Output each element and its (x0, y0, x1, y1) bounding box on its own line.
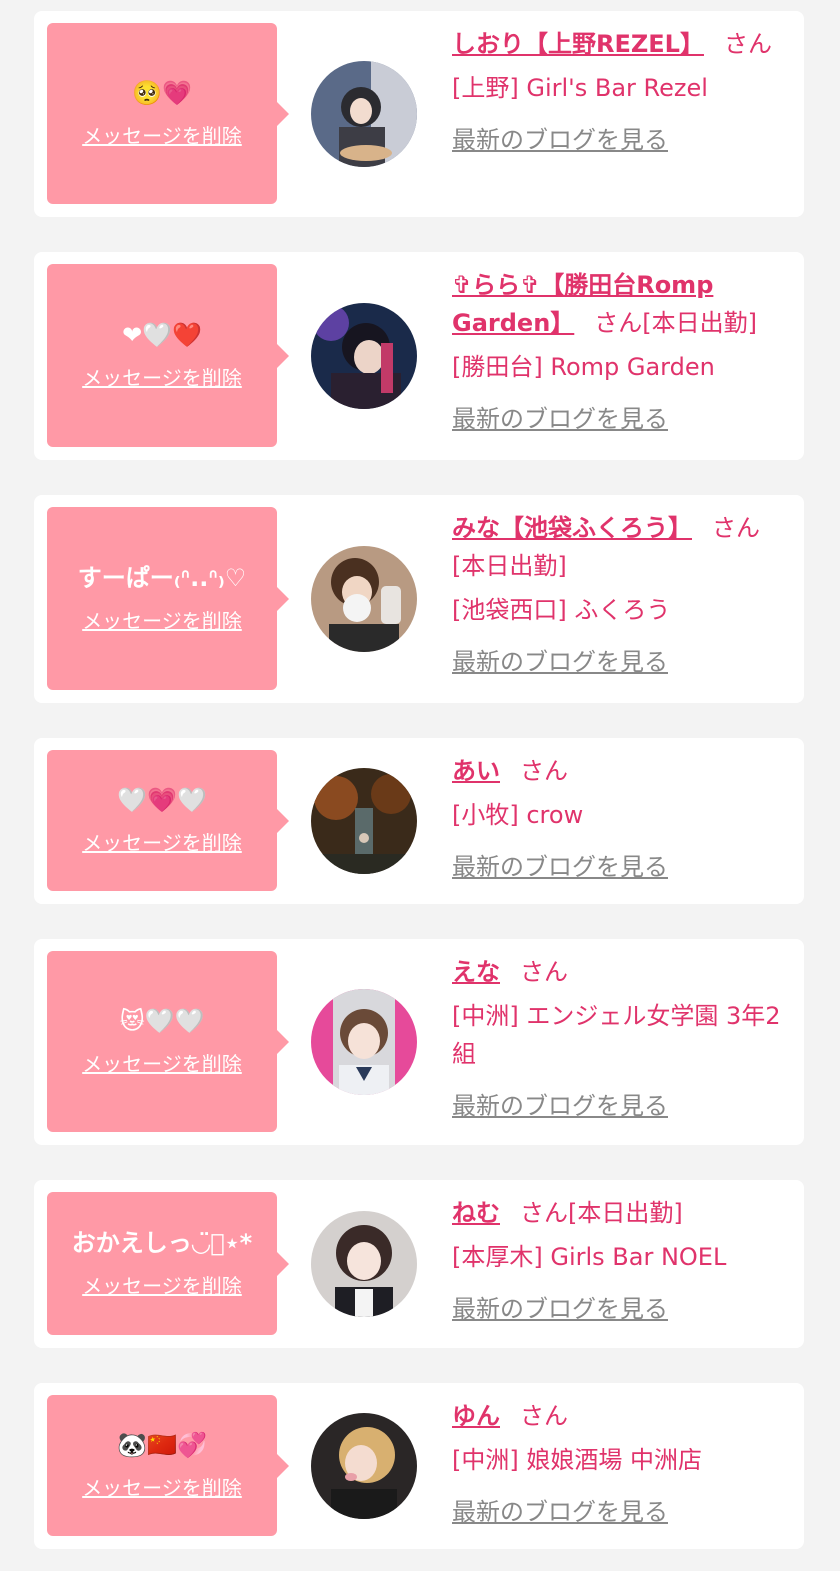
girl-info: ねむ さん[本日出勤] [本厚木] Girls Bar NOEL 最新のブログを見… (452, 1194, 792, 1328)
girl-info: えな さん [中洲] エンジェル女学園 3年2組 最新のブログを見る (452, 953, 792, 1125)
message-text: 🐼🇨🇳💞 (117, 1431, 207, 1459)
girl-name-link[interactable]: みな【池袋ふくろう】 (452, 514, 692, 542)
name-line: しおり【上野REZEL】 さん (452, 25, 792, 63)
message-text: 😻🤍🤍 (119, 1007, 205, 1035)
shop-name: [池袋西口] ふくろう (452, 596, 671, 624)
list-item: おかえしっ◡̈⃝⋆* メッセージを削除 ねむ さん[本日出勤] [本厚木] Gir… (34, 1180, 804, 1348)
girl-name-link[interactable]: ゆん (452, 1402, 500, 1430)
name-line: ✞らら✞【勝田台Romp Garden】 さん[本日出勤] (452, 266, 792, 342)
message-bubble: おかえしっ◡̈⃝⋆* メッセージを削除 (47, 1192, 289, 1335)
avatar[interactable] (311, 303, 417, 409)
latest-blog-link[interactable]: 最新のブログを見る (452, 848, 668, 886)
delete-message-link[interactable]: メッセージを削除 (82, 1472, 242, 1501)
latest-blog-link[interactable]: 最新のブログを見る (452, 121, 668, 159)
message-text: すーぱー₍ᐢ..ᐢ₎♡ (77, 564, 247, 592)
name-line: えな さん (452, 953, 792, 991)
avatar[interactable] (311, 61, 417, 167)
latest-blog-link[interactable]: 最新のブログを見る (452, 643, 668, 681)
girl-info: あい さん [小牧] crow 最新のブログを見る (452, 752, 792, 886)
message-bubble: 🥺💗 メッセージを削除 (47, 23, 289, 204)
list-item: 🐼🇨🇳💞 メッセージを削除 ゆん さん [中洲] 娘娘酒場 中洲店 最新のブログを… (34, 1383, 804, 1549)
name-line: ねむ さん[本日出勤] (452, 1194, 792, 1232)
girl-name-link[interactable]: あい (452, 757, 500, 785)
honorific: さん (594, 309, 643, 337)
avatar[interactable] (311, 768, 417, 874)
message-bubble: すーぱー₍ᐢ..ᐢ₎♡ メッセージを削除 (47, 507, 289, 690)
shop-name: [勝田台] Romp Garden (452, 353, 715, 381)
today-badge: [本日出勤] (642, 309, 758, 337)
girl-name-link[interactable]: しおり【上野REZEL】 (452, 30, 704, 58)
latest-blog-link[interactable]: 最新のブログを見る (452, 1493, 668, 1531)
honorific: さん (712, 514, 760, 542)
today-badge: [本日出勤] (568, 1199, 683, 1227)
shop-name: [上野] Girl's Bar Rezel (452, 74, 708, 102)
delete-message-link[interactable]: メッセージを削除 (82, 362, 242, 391)
girl-name-link[interactable]: えな (452, 958, 500, 986)
delete-message-link[interactable]: メッセージを削除 (82, 605, 242, 634)
delete-message-link[interactable]: メッセージを削除 (82, 827, 242, 856)
honorific: さん (520, 1402, 568, 1430)
shop-name: [中洲] 娘娘酒場 中洲店 (452, 1446, 702, 1474)
avatar[interactable] (311, 989, 417, 1095)
girl-info: しおり【上野REZEL】 さん [上野] Girl's Bar Rezel 最新の… (452, 25, 792, 159)
list-item: すーぱー₍ᐢ..ᐢ₎♡ メッセージを削除 みな【池袋ふくろう】 さん [本日出勤] … (34, 495, 804, 703)
delete-message-link[interactable]: メッセージを削除 (82, 1048, 242, 1077)
girl-info: みな【池袋ふくろう】 さん [本日出勤] [池袋西口] ふくろう 最新のブログを見る (452, 509, 792, 681)
honorific: さん (723, 30, 772, 58)
avatar[interactable] (311, 546, 417, 652)
message-text: おかえしっ◡̈⃝⋆* (71, 1229, 253, 1257)
girl-name-link[interactable]: ねむ (452, 1199, 500, 1227)
message-text: 🥺💗 (132, 79, 192, 107)
girl-info: ゆん さん [中洲] 娘娘酒場 中洲店 最新のブログを見る (452, 1397, 792, 1531)
avatar[interactable] (311, 1413, 417, 1519)
message-bubble: 😻🤍🤍 メッセージを削除 (47, 951, 289, 1132)
avatar[interactable] (311, 1211, 417, 1317)
name-line: みな【池袋ふくろう】 さん [本日出勤] (452, 509, 792, 585)
list-item: 🤍💗🤍 メッセージを削除 あい さん [小牧] crow 最新のブログを見る (34, 738, 804, 904)
shop-name: [本厚木] Girls Bar NOEL (452, 1243, 727, 1271)
today-badge: [本日出勤] (452, 552, 567, 580)
latest-blog-link[interactable]: 最新のブログを見る (452, 1290, 668, 1328)
message-text: 🤍💗🤍 (117, 786, 207, 814)
girl-info: ✞らら✞【勝田台Romp Garden】 さん[本日出勤] [勝田台] Romp … (452, 266, 792, 438)
name-line: あい さん (452, 752, 792, 790)
honorific: さん (520, 958, 568, 986)
name-line: ゆん さん (452, 1397, 792, 1435)
shop-name: [中洲] エンジェル女学園 3年2組 (452, 1002, 781, 1068)
delete-message-link[interactable]: メッセージを削除 (82, 120, 242, 149)
message-bubble: 🤍💗🤍 メッセージを削除 (47, 750, 289, 891)
list-item: 🥺💗 メッセージを削除 しおり【上野REZEL】 さん [上野] Girl's B… (34, 11, 804, 217)
honorific: さん (520, 1199, 568, 1227)
latest-blog-link[interactable]: 最新のブログを見る (452, 1087, 668, 1125)
honorific: さん (520, 757, 568, 785)
list-item: ❤🤍❤️ メッセージを削除 ✞らら✞【勝田台Romp Garden】 さん[本日出… (34, 252, 804, 460)
message-list: 🥺💗 メッセージを削除 しおり【上野REZEL】 さん [上野] Girl's B… (0, 0, 840, 1571)
message-text: ❤🤍❤️ (122, 321, 202, 349)
latest-blog-link[interactable]: 最新のブログを見る (452, 400, 668, 438)
shop-name: [小牧] crow (452, 801, 584, 829)
list-item: 😻🤍🤍 メッセージを削除 えな さん [中洲] エンジェル女学園 3年2組 最新の… (34, 939, 804, 1145)
message-bubble: 🐼🇨🇳💞 メッセージを削除 (47, 1395, 289, 1536)
message-bubble: ❤🤍❤️ メッセージを削除 (47, 264, 289, 447)
delete-message-link[interactable]: メッセージを削除 (82, 1270, 242, 1299)
